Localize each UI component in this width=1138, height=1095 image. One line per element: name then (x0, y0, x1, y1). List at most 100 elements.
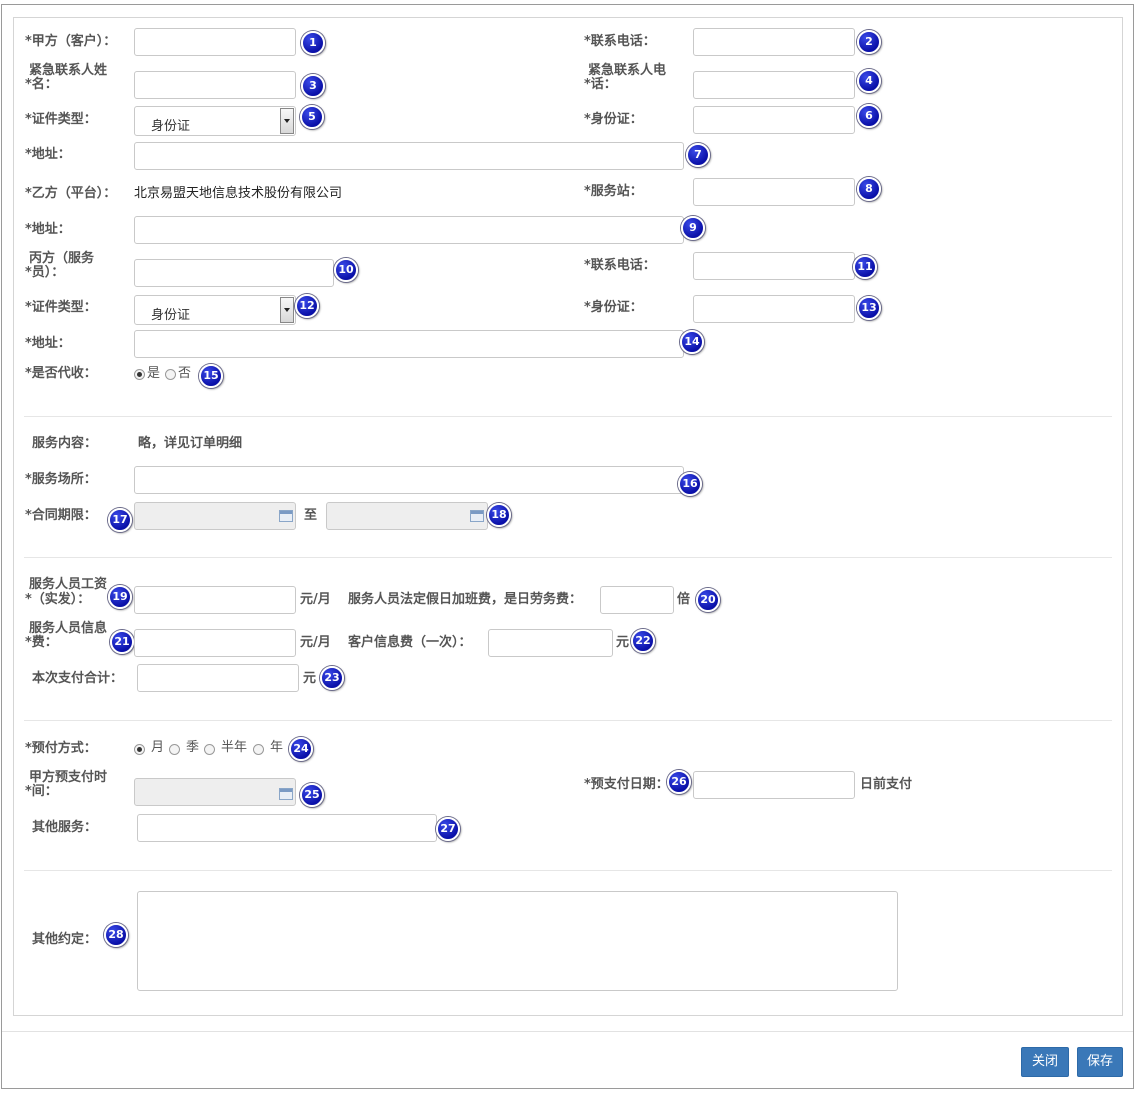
prepay-halfyear-radio[interactable] (204, 744, 215, 755)
info-fee-input[interactable] (134, 629, 296, 657)
marker-badge-26: 26 (667, 770, 691, 794)
phone2-label: *联系电话： (584, 258, 656, 273)
address-label-a: *地址： (25, 147, 71, 162)
address-input-c[interactable] (134, 330, 684, 358)
id-type-select-c[interactable]: 身份证 (134, 295, 296, 325)
before-pay-text: 日前支付 (860, 777, 913, 792)
marker-badge-2: 2 (857, 30, 881, 54)
info-fee-label-line1: 服务人员信息 (29, 621, 108, 636)
prepay-year-radio[interactable] (253, 744, 264, 755)
prepay-month-text: 月 (151, 740, 165, 755)
emergency-name-label-line1: 紧急联系人姓 (29, 63, 108, 78)
times-unit: 倍 (677, 592, 691, 607)
other-agreement-textarea[interactable] (137, 891, 898, 991)
per-month-unit-1: 元/月 (300, 592, 331, 607)
marker-badge-25: 25 (300, 783, 324, 807)
party-b-value: 北京易盟天地信息技术股份有限公司 (134, 186, 343, 201)
collect-label: *是否代收： (25, 366, 97, 381)
wage-input[interactable] (134, 586, 296, 614)
collect-no-radio[interactable] (165, 369, 176, 380)
footer-divider (2, 1031, 1133, 1032)
overtime-multiplier-input[interactable] (600, 586, 674, 614)
prepay-time-label-line1: 甲方预支付时 (29, 770, 108, 785)
yuan-unit-1: 元 (616, 635, 630, 650)
section-divider (24, 870, 1112, 871)
address-input-a[interactable] (134, 142, 684, 170)
save-button[interactable]: 保存 (1077, 1047, 1123, 1077)
service-content-value: 略，详见订单明细 (138, 436, 243, 451)
marker-badge-10: 10 (334, 258, 358, 282)
prepay-year-text: 年 (270, 740, 284, 755)
marker-badge-13: 13 (857, 296, 881, 320)
party-c-input[interactable] (134, 259, 334, 287)
party-c-label-line1: 丙方（服务 (29, 251, 95, 266)
marker-badge-17: 17 (108, 508, 132, 532)
emergency-phone-input[interactable] (693, 71, 855, 99)
id-type-select-a[interactable]: 身份证 (134, 106, 296, 136)
contract-start-date-input[interactable] (134, 502, 296, 530)
to-text: 至 (304, 508, 318, 523)
marker-badge-5: 5 (300, 105, 324, 129)
id-type-select-a-value: 身份证 (151, 119, 191, 134)
party-a-label: *甲方（客户）： (25, 34, 117, 49)
marker-badge-24: 24 (289, 737, 313, 761)
emergency-name-input[interactable] (134, 71, 296, 99)
chevron-down-icon[interactable] (280, 297, 294, 323)
calendar-icon[interactable] (279, 510, 293, 522)
marker-badge-16: 16 (678, 472, 702, 496)
client-fee-label: 客户信息费（一次）： (348, 635, 472, 650)
marker-badge-20: 20 (696, 588, 720, 612)
id-type-label-c: *证件类型： (25, 300, 97, 315)
emergency-name-label-line2: *名： (25, 77, 58, 92)
collect-yes-radio[interactable] (134, 369, 145, 380)
yuan-unit-2: 元 (303, 671, 317, 686)
marker-badge-19: 19 (108, 585, 132, 609)
wage-label-line2: *（实发）： (25, 592, 91, 607)
service-place-input[interactable] (134, 466, 684, 494)
contract-end-date-input[interactable] (326, 502, 488, 530)
marker-badge-21: 21 (110, 630, 134, 654)
phone2-input[interactable] (693, 252, 855, 280)
marker-badge-15: 15 (199, 364, 223, 388)
marker-badge-28: 28 (104, 923, 128, 947)
prepay-month-radio[interactable] (134, 744, 145, 755)
marker-badge-11: 11 (853, 255, 877, 279)
marker-badge-18: 18 (487, 503, 511, 527)
prepay-method-label: *预付方式： (25, 741, 97, 756)
marker-badge-12: 12 (295, 294, 319, 318)
marker-badge-1: 1 (301, 31, 325, 55)
calendar-icon[interactable] (470, 510, 484, 522)
close-button[interactable]: 关闭 (1021, 1047, 1069, 1077)
emergency-phone-label-line1: 紧急联系人电 (588, 63, 667, 78)
party-a-input[interactable] (134, 28, 296, 56)
collect-yes-text: 是 (147, 366, 161, 381)
prepay-time-input[interactable] (134, 778, 296, 806)
calendar-icon[interactable] (279, 788, 293, 800)
chevron-down-icon[interactable] (280, 108, 294, 134)
station-label: *服务站： (584, 184, 643, 199)
station-input[interactable] (693, 178, 855, 206)
prepay-quarter-radio[interactable] (169, 744, 180, 755)
prepay-date-input[interactable] (693, 771, 855, 799)
section-divider (24, 720, 1112, 721)
id-card-label-c: *身份证： (584, 300, 643, 315)
id-card-input-c[interactable] (693, 295, 855, 323)
marker-badge-9: 9 (681, 216, 705, 240)
prepay-quarter-text: 季 (186, 740, 200, 755)
phone1-input[interactable] (693, 28, 855, 56)
id-card-input-a[interactable] (693, 106, 855, 134)
other-service-label: 其他服务： (32, 820, 98, 835)
emergency-phone-label-line2: *话： (584, 77, 617, 92)
address-input-b[interactable] (134, 216, 684, 244)
wage-label-line1: 服务人员工资 (29, 577, 108, 592)
marker-badge-8: 8 (857, 177, 881, 201)
total-input[interactable] (137, 664, 299, 692)
id-card-label-a: *身份证： (584, 112, 643, 127)
contract-period-label: *合同期限： (25, 508, 97, 523)
other-service-input[interactable] (137, 814, 437, 842)
party-c-label-line2: *员）： (25, 265, 65, 280)
prepay-time-label-line2: *间： (25, 784, 58, 799)
total-label: 本次支付合计： (32, 671, 124, 686)
client-fee-input[interactable] (488, 629, 613, 657)
prepay-halfyear-text: 半年 (221, 740, 248, 755)
